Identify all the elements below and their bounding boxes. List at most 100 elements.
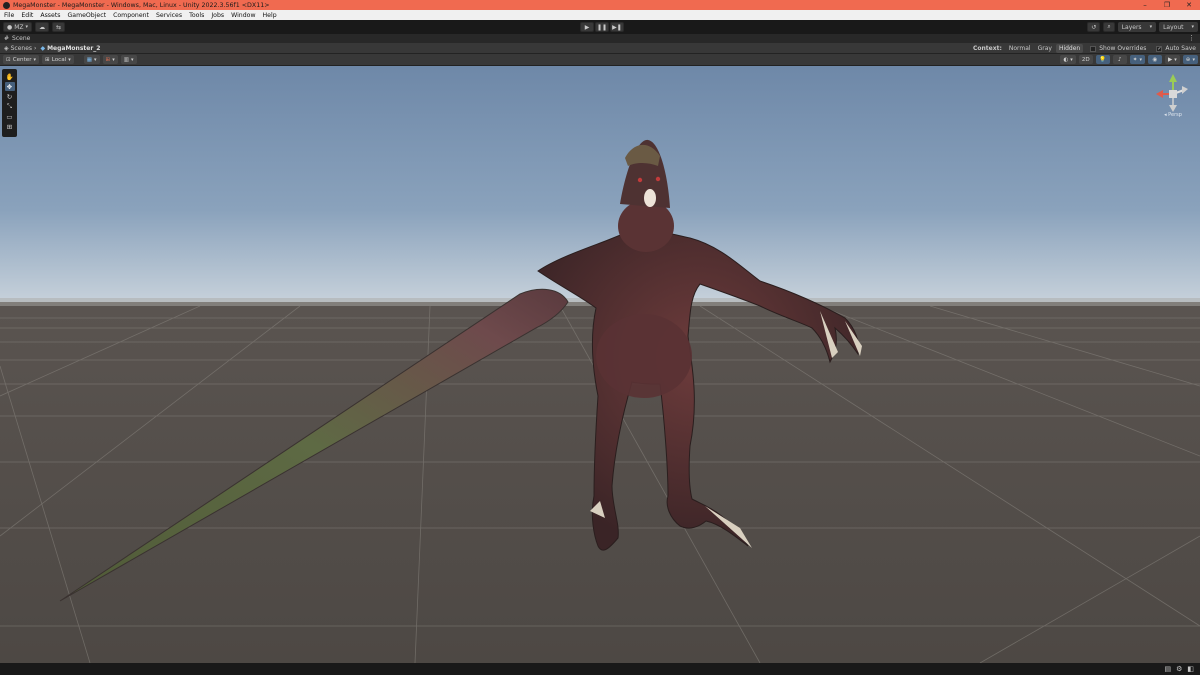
camera-icon: ▶	[1167, 56, 1173, 63]
rotate-icon: ↻	[6, 92, 13, 101]
chevron-down-icon: ▾	[1149, 24, 1153, 30]
pivot-icon: ⊡	[6, 56, 11, 63]
cloud-button[interactable]: ☁	[35, 22, 50, 32]
scene-toolbar-right: ◐ ▾ 2D 💡 ♪ ✦ ▾ ◉ ▶ ▾ ⊕ ▾	[1057, 55, 1198, 64]
show-overrides-label: Show Overrides	[1099, 45, 1147, 52]
context-normal[interactable]: Normal	[1006, 44, 1034, 53]
progress-icon[interactable]: ◧	[1187, 665, 1194, 673]
menu-tools[interactable]: Tools	[189, 12, 204, 19]
2d-toggle[interactable]: 2D	[1078, 55, 1093, 64]
menu-file[interactable]: File	[4, 12, 14, 19]
status-icons: ▤ ⚙ ◧	[1159, 665, 1194, 673]
prefab-context: Context: Normal Gray Hidden Show Overrid…	[973, 43, 1200, 54]
eye-icon: ◉	[1152, 56, 1158, 63]
hand-tool[interactable]: ✋	[5, 72, 15, 81]
increment-snap-dropdown[interactable]: ▥ ▾	[120, 55, 137, 64]
rect-tool[interactable]: ▭	[5, 112, 15, 121]
transform-icon: ⊞	[6, 122, 13, 131]
account-dropdown[interactable]: ● MZ ▾	[3, 22, 33, 32]
space-label: Local	[51, 56, 67, 63]
transform-tool[interactable]: ⊞	[5, 122, 15, 131]
show-overrides-checkbox[interactable]	[1090, 45, 1097, 52]
ruler-icon: ▥	[123, 56, 130, 63]
play-button[interactable]: ▶	[580, 22, 594, 32]
audio-icon: ♪	[1117, 56, 1122, 63]
menu-assets[interactable]: Assets	[40, 12, 60, 19]
menu-edit[interactable]: Edit	[21, 12, 33, 19]
layout-label: Layout	[1163, 23, 1184, 31]
status-bar: ▤ ⚙ ◧	[0, 663, 1200, 675]
chevron-down-icon: ▾	[1070, 56, 1073, 63]
tab-scene[interactable]: # Scene	[0, 35, 30, 42]
audio-toggle[interactable]: ♪	[1112, 55, 1127, 64]
layout-dropdown[interactable]: Layout ▾	[1159, 22, 1198, 32]
close-button[interactable]: ✕	[1178, 0, 1200, 10]
tab-menu-icon[interactable]: ⋮	[1188, 34, 1195, 42]
menu-component[interactable]: Component	[113, 12, 149, 19]
auto-save-checkbox[interactable]: ✓	[1156, 45, 1163, 52]
cloud-icon: ☁	[39, 23, 46, 31]
snap-increment-dropdown[interactable]: ⊞ ▾	[102, 55, 118, 64]
tab-scene-label: Scene	[12, 35, 31, 42]
move-tool[interactable]: ✥	[4, 82, 15, 91]
step-button[interactable]: ▶❚	[610, 22, 624, 32]
scenes-icon: ◈	[4, 44, 9, 52]
undo-history-button[interactable]: ↺	[1087, 22, 1101, 32]
history-icon: ↺	[1091, 23, 1097, 31]
scene-toolbar: ⊡ Center ▾ ⊞ Local ▾ ▦ ▾ ⊞ ▾ ▥ ▾ ◐ ▾ 2D …	[0, 54, 1200, 66]
prefab-icon: ◆	[40, 44, 46, 52]
scene-viewport[interactable]	[0, 66, 1200, 663]
menu-jobs[interactable]: Jobs	[211, 12, 224, 19]
grid-snap-dropdown[interactable]: ▦ ▾	[83, 55, 100, 64]
window-controls: – ❐ ✕	[1134, 0, 1200, 10]
camera-dropdown[interactable]: ▶ ▾	[1164, 55, 1180, 64]
minimize-button[interactable]: –	[1134, 0, 1156, 10]
rect-icon: ▭	[6, 112, 13, 121]
hand-icon: ✋	[5, 72, 14, 81]
breadcrumb-prefab[interactable]: ◆ MegaMonster_2	[40, 45, 100, 52]
menu-window[interactable]: Window	[231, 12, 255, 19]
chevron-down-icon: ▾	[1191, 24, 1194, 30]
maximize-button[interactable]: ❐	[1156, 0, 1178, 10]
local-space-icon: ⊞	[45, 56, 50, 63]
collab-button[interactable]: ⇆	[52, 22, 66, 32]
pause-button[interactable]: ❚❚	[595, 22, 609, 32]
layers-dropdown[interactable]: Layers ▾	[1117, 22, 1157, 32]
debug-icon[interactable]: ⚙	[1176, 665, 1182, 673]
effects-dropdown[interactable]: ✦ ▾	[1129, 55, 1145, 64]
collab-icon: ⇆	[56, 23, 62, 31]
unity-logo-icon	[3, 1, 10, 9]
draw-mode-dropdown[interactable]: ◐ ▾	[1060, 55, 1076, 64]
toolbar-right: ↺ ⌕ Layers ▾ Layout ▾	[1084, 22, 1198, 32]
hidden-objects-toggle[interactable]: ◉	[1147, 55, 1162, 64]
menu-gameobject[interactable]: GameObject	[67, 12, 106, 19]
context-label: Context:	[973, 45, 1002, 52]
breadcrumb: ◈ Scenes › ◆ MegaMonster_2 Context: Norm…	[0, 43, 1200, 54]
layers-label: Layers	[1121, 23, 1142, 31]
tools-overlay: ✋ ✥ ↻ ⤡ ▭ ⊞	[2, 69, 17, 137]
pivot-center-dropdown[interactable]: ⊡ Center ▾	[3, 55, 40, 64]
rotate-tool[interactable]: ↻	[5, 92, 15, 101]
gizmos-icon: ⊕	[1185, 56, 1191, 63]
chevron-down-icon: ▾	[1174, 56, 1177, 63]
scale-tool[interactable]: ⤡	[5, 102, 15, 111]
show-overrides-toggle[interactable]: Show Overrides	[1090, 45, 1146, 52]
chevron-down-icon: ▾	[68, 56, 71, 63]
menu-help[interactable]: Help	[263, 12, 277, 19]
package-icon[interactable]: ▤	[1164, 665, 1171, 673]
scene-icon: #	[4, 35, 10, 42]
menu-services[interactable]: Services	[156, 12, 182, 19]
search-button[interactable]: ⌕	[1103, 22, 1115, 32]
account-icon: ●	[7, 23, 13, 31]
space-local-dropdown[interactable]: ⊞ Local ▾	[42, 55, 74, 64]
lighting-toggle[interactable]: 💡	[1095, 55, 1110, 64]
persp-label[interactable]: ◂ Persp	[1152, 112, 1194, 118]
gizmos-dropdown[interactable]: ⊕ ▾	[1182, 55, 1198, 64]
breadcrumb-scenes[interactable]: ◈ Scenes ›	[4, 45, 36, 52]
title-bar: MegaMonster - MegaMonster - Windows, Mac…	[0, 0, 1200, 10]
context-gray[interactable]: Gray	[1035, 44, 1055, 53]
chevron-down-icon: ▾	[1139, 56, 1142, 63]
chevron-down-icon: ▾	[112, 56, 115, 63]
auto-save-toggle[interactable]: ✓ Auto Save	[1156, 45, 1196, 52]
context-hidden[interactable]: Hidden	[1055, 44, 1084, 53]
